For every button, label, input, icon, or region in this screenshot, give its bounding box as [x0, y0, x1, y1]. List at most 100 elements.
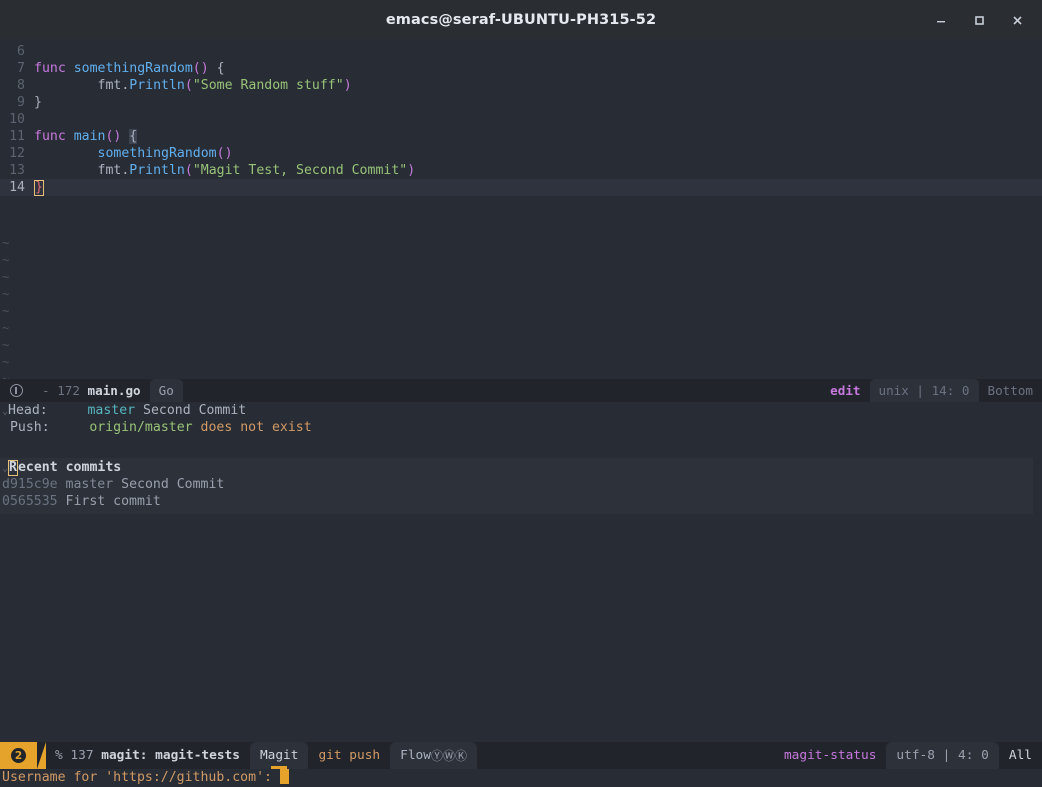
code-token: func [34, 129, 74, 144]
code-text: } [34, 179, 1042, 196]
modeline-file-segment: - 172 main.go [33, 379, 150, 402]
magit-commit-list[interactable]: d915c9e master Second Commit 0565535 Firs… [0, 476, 1033, 510]
code-token: } [34, 95, 42, 110]
code-token: somethingRandom [34, 146, 217, 161]
magit-commit-row[interactable]: d915c9e master Second Commit [0, 476, 1033, 493]
window-title: emacs@seraf-UBUNTU-PH315-52 [385, 11, 657, 28]
code-token: ) [343, 78, 352, 93]
magit-push-row[interactable]: Push: origin/master does not exist [0, 419, 1042, 436]
maximize-icon[interactable] [962, 5, 996, 35]
window-number-badge-2: 2 [0, 742, 46, 769]
code-line[interactable]: 11 func main() { [0, 128, 1042, 145]
modeline-size: 172 [57, 383, 80, 398]
code-text: fmt.Println("Magit Test, Second Commit") [34, 162, 1042, 179]
code-token: Println [129, 78, 185, 93]
code-token: ( [184, 78, 193, 93]
code-token: func [34, 61, 74, 76]
code-line[interactable]: 13 fmt.Println("Magit Test, Second Commi… [0, 162, 1042, 179]
minibuffer-prompt: Username for 'https://github.com': [2, 770, 280, 785]
text-cursor: } [34, 180, 44, 196]
code-token: somethingRandom [73, 61, 193, 76]
line-number: 9 [17, 95, 25, 110]
window-number-icon [10, 384, 23, 397]
code-token: ) [407, 163, 416, 178]
commit-hash[interactable]: d915c9e [2, 477, 58, 492]
code-token: () [216, 146, 233, 161]
magit-section-header[interactable]: ⌄Recent commits [0, 459, 1033, 476]
code-token: "Some Random stuff" [192, 78, 344, 93]
close-icon[interactable] [1000, 5, 1034, 35]
process-indicator: % 137 [55, 748, 94, 763]
code-text: func somethingRandom() { [34, 60, 1042, 77]
tab-magit[interactable]: Magit [249, 742, 309, 769]
bottombar-buffer-name: magit: magit-tests [101, 748, 240, 763]
code-token: Println [129, 163, 185, 178]
code-text: } [34, 94, 1042, 111]
empty-line-marker: ~ [2, 338, 10, 352]
code-token: () [105, 129, 130, 144]
code-text: fmt.Println("Some Random stuff") [34, 77, 1042, 94]
line-number: 13 [9, 163, 25, 178]
empty-line-marker: ~ [2, 287, 10, 301]
magit-push-label: Push: [9, 420, 50, 435]
empty-line-marker: ~ [2, 236, 10, 250]
modeline-major-mode[interactable]: Go [149, 379, 183, 402]
title-bar: emacs@seraf-UBUNTU-PH315-52 [0, 0, 1042, 39]
bottombar-major-mode[interactable]: magit-status [774, 742, 886, 769]
modeline-scroll-position: Bottom [987, 383, 1034, 398]
code-line[interactable]: 8 fmt.Println("Some Random stuff") [0, 77, 1042, 94]
magit-section-title: ecent commits [17, 460, 122, 475]
code-line[interactable]: 14} [0, 179, 1042, 196]
code-line[interactable]: 12 somethingRandom() [0, 145, 1042, 162]
tab-flow[interactable]: Flow ⓎⓌⓀ [390, 742, 477, 769]
empty-line-marker: ~ [2, 304, 10, 318]
bottombar-scroll-position: All [1008, 748, 1032, 763]
modeline-state: edit [830, 383, 861, 398]
code-token: fmt [34, 163, 122, 178]
empty-line-marker: ~ [2, 321, 10, 335]
bottombar-spacer [477, 742, 774, 769]
magit-commit-row[interactable]: 0565535 First commit [0, 493, 1033, 510]
magit-mode-line: 2 % 137 magit: magit-tests Magit git pus… [0, 742, 1042, 769]
code-line[interactable]: 10 [0, 111, 1042, 128]
code-token: fmt [34, 78, 122, 93]
magit-point-cursor: R [8, 460, 18, 476]
editor-mode-line: - 172 main.go Go edit unix | 14: 0 Botto… [0, 379, 1042, 402]
line-number: 11 [9, 129, 25, 144]
modeline-dash: - [42, 383, 50, 398]
commit-branch: master [65, 477, 114, 492]
line-number: 8 [17, 78, 25, 93]
tab-git-push[interactable]: git push [308, 742, 390, 769]
magit-recent-commits-section[interactable]: ⌄Recent commits d915c9e master Second Co… [0, 458, 1033, 514]
code-token: { [129, 129, 138, 144]
commit-message: Second Commit [121, 477, 225, 492]
magit-head-row[interactable]: ⌄Head: master Second Commit [0, 402, 1042, 419]
magit-push-remote[interactable]: origin/master [89, 420, 192, 435]
magit-status-buffer[interactable]: ⌄Head: master Second Commit Push: origin… [0, 402, 1042, 742]
code-text: func main() { [34, 128, 1042, 145]
line-number: 12 [9, 146, 25, 161]
empty-line-marker: ~ [2, 270, 10, 284]
modeline-coding-position: unix | 14: 0 [869, 379, 979, 402]
line-number: 14 [0, 179, 34, 196]
magit-head-branch[interactable]: master [87, 403, 135, 418]
line-number: 10 [9, 112, 25, 127]
minimize-icon[interactable] [924, 5, 958, 35]
window-number-badge [0, 379, 33, 402]
code-lines[interactable]: 6 7 func somethingRandom() {8 fmt.Println(… [0, 43, 1042, 196]
commit-hash[interactable]: 0565535 [2, 494, 58, 509]
code-editor[interactable]: 6 7 func somethingRandom() {8 fmt.Println(… [0, 39, 1042, 420]
code-token: () [192, 61, 217, 76]
minibuffer[interactable]: Username for 'https://github.com': [0, 769, 1042, 787]
bottombar-coding-position: utf-8 | 4: 0 [886, 742, 999, 769]
code-line[interactable]: 7 func somethingRandom() { [0, 60, 1042, 77]
code-text: somethingRandom() [34, 145, 1042, 162]
line-number: 6 [17, 44, 25, 59]
code-line[interactable]: 6 [0, 43, 1042, 60]
magit-push-status: does not exist [200, 420, 312, 435]
code-token: { [216, 61, 225, 76]
code-line[interactable]: 9} [0, 94, 1042, 111]
window-number-label: 2 [11, 748, 26, 763]
